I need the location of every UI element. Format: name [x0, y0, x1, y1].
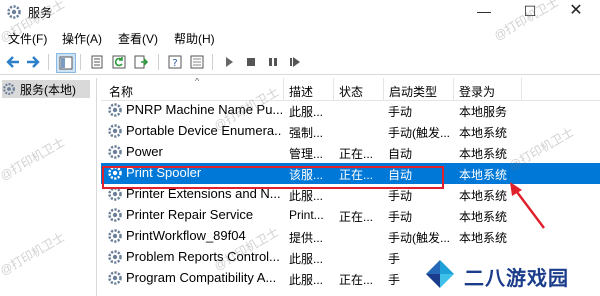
menu-action[interactable]: 操作(A) [62, 30, 102, 47]
gear-icon [3, 83, 15, 95]
service-description: 提供... [289, 231, 324, 245]
service-description: 此服... [289, 105, 324, 119]
logo-text: 二八游戏园 [464, 268, 569, 290]
service-startup-type: 手动 [388, 210, 413, 224]
service-startup-type: 手动(触发... [388, 126, 450, 140]
service-description: 此服... [289, 252, 324, 266]
menu-help[interactable]: 帮助(H) [174, 30, 215, 47]
tree-item-label: 服务(本地) [20, 82, 76, 97]
site-logo: 二八游戏园 [418, 252, 600, 296]
table-row[interactable]: PNRP Machine Name Pu... 此服... 手动 本地服务 [101, 100, 600, 121]
column-header-logon-as[interactable]: 登录为 [459, 83, 495, 100]
view-icon[interactable] [188, 53, 206, 71]
refresh-icon[interactable] [110, 53, 128, 71]
console-tree-icon[interactable] [56, 53, 76, 73]
service-description: Print... [289, 208, 324, 222]
pause-service-icon[interactable] [264, 53, 282, 71]
service-status: 正在... [339, 210, 374, 224]
service-name: Power [126, 144, 163, 159]
toolbar: ? [0, 50, 600, 75]
service-description: 此服... [289, 189, 324, 203]
list-header: 名称 ^ 描述 状态 启动类型 登录为 [101, 78, 600, 101]
service-name: Printer Repair Service [126, 207, 254, 222]
highlight-box [102, 166, 444, 189]
service-startup-type: 手动 [388, 189, 413, 203]
service-name: Problem Reports Control... [126, 249, 280, 264]
logo-mark-icon [426, 260, 454, 288]
service-logon-as: 本地服务 [459, 105, 508, 119]
minimize-button[interactable]: — [461, 0, 507, 24]
service-status: 正在... [339, 273, 374, 287]
table-row[interactable]: Portable Device Enumera... 强制... 手动(触发... 本… [101, 121, 600, 142]
service-gear-icon [108, 208, 122, 222]
service-status: 正在... [339, 147, 374, 161]
close-button[interactable]: ✕ [553, 0, 599, 24]
service-gear-icon [108, 271, 122, 285]
column-header-status[interactable]: 状态 [339, 83, 363, 100]
start-service-icon[interactable] [220, 53, 238, 71]
stop-service-icon[interactable] [242, 53, 260, 71]
svg-text:?: ? [172, 58, 177, 69]
service-gear-icon [108, 250, 122, 264]
column-header-description[interactable]: 描述 [289, 83, 313, 100]
restart-service-icon[interactable] [286, 53, 304, 71]
service-gear-icon [108, 145, 122, 159]
tree-item-services-local[interactable]: 服务(本地) [2, 80, 90, 98]
properties-icon[interactable] [88, 53, 106, 71]
service-name: Program Compatibility A... [126, 270, 277, 285]
help-icon[interactable]: ? [166, 53, 184, 71]
sort-ascending-icon: ^ [195, 78, 200, 86]
column-header-name[interactable]: 名称 [109, 83, 133, 100]
service-gear-icon [108, 229, 122, 243]
service-description: 此服... [289, 273, 324, 287]
service-gear-icon [108, 103, 122, 117]
menu-view[interactable]: 查看(V) [118, 30, 158, 47]
service-startup-type: 自动 [388, 147, 413, 161]
red-arrow-icon [510, 182, 545, 229]
service-startup-type: 手动(触发... [388, 231, 450, 245]
service-name: Portable Device Enumera... [126, 123, 282, 138]
column-header-startup-type[interactable]: 启动类型 [389, 83, 437, 100]
service-description: 管理... [289, 147, 324, 161]
back-icon[interactable] [4, 53, 22, 71]
service-logon-as: 本地系统 [459, 126, 508, 140]
service-description: 强制... [289, 126, 324, 140]
forward-icon[interactable] [24, 53, 42, 71]
service-startup-type: 手动 [388, 105, 413, 119]
export-list-icon[interactable] [132, 53, 150, 71]
service-gear-icon [108, 124, 122, 138]
